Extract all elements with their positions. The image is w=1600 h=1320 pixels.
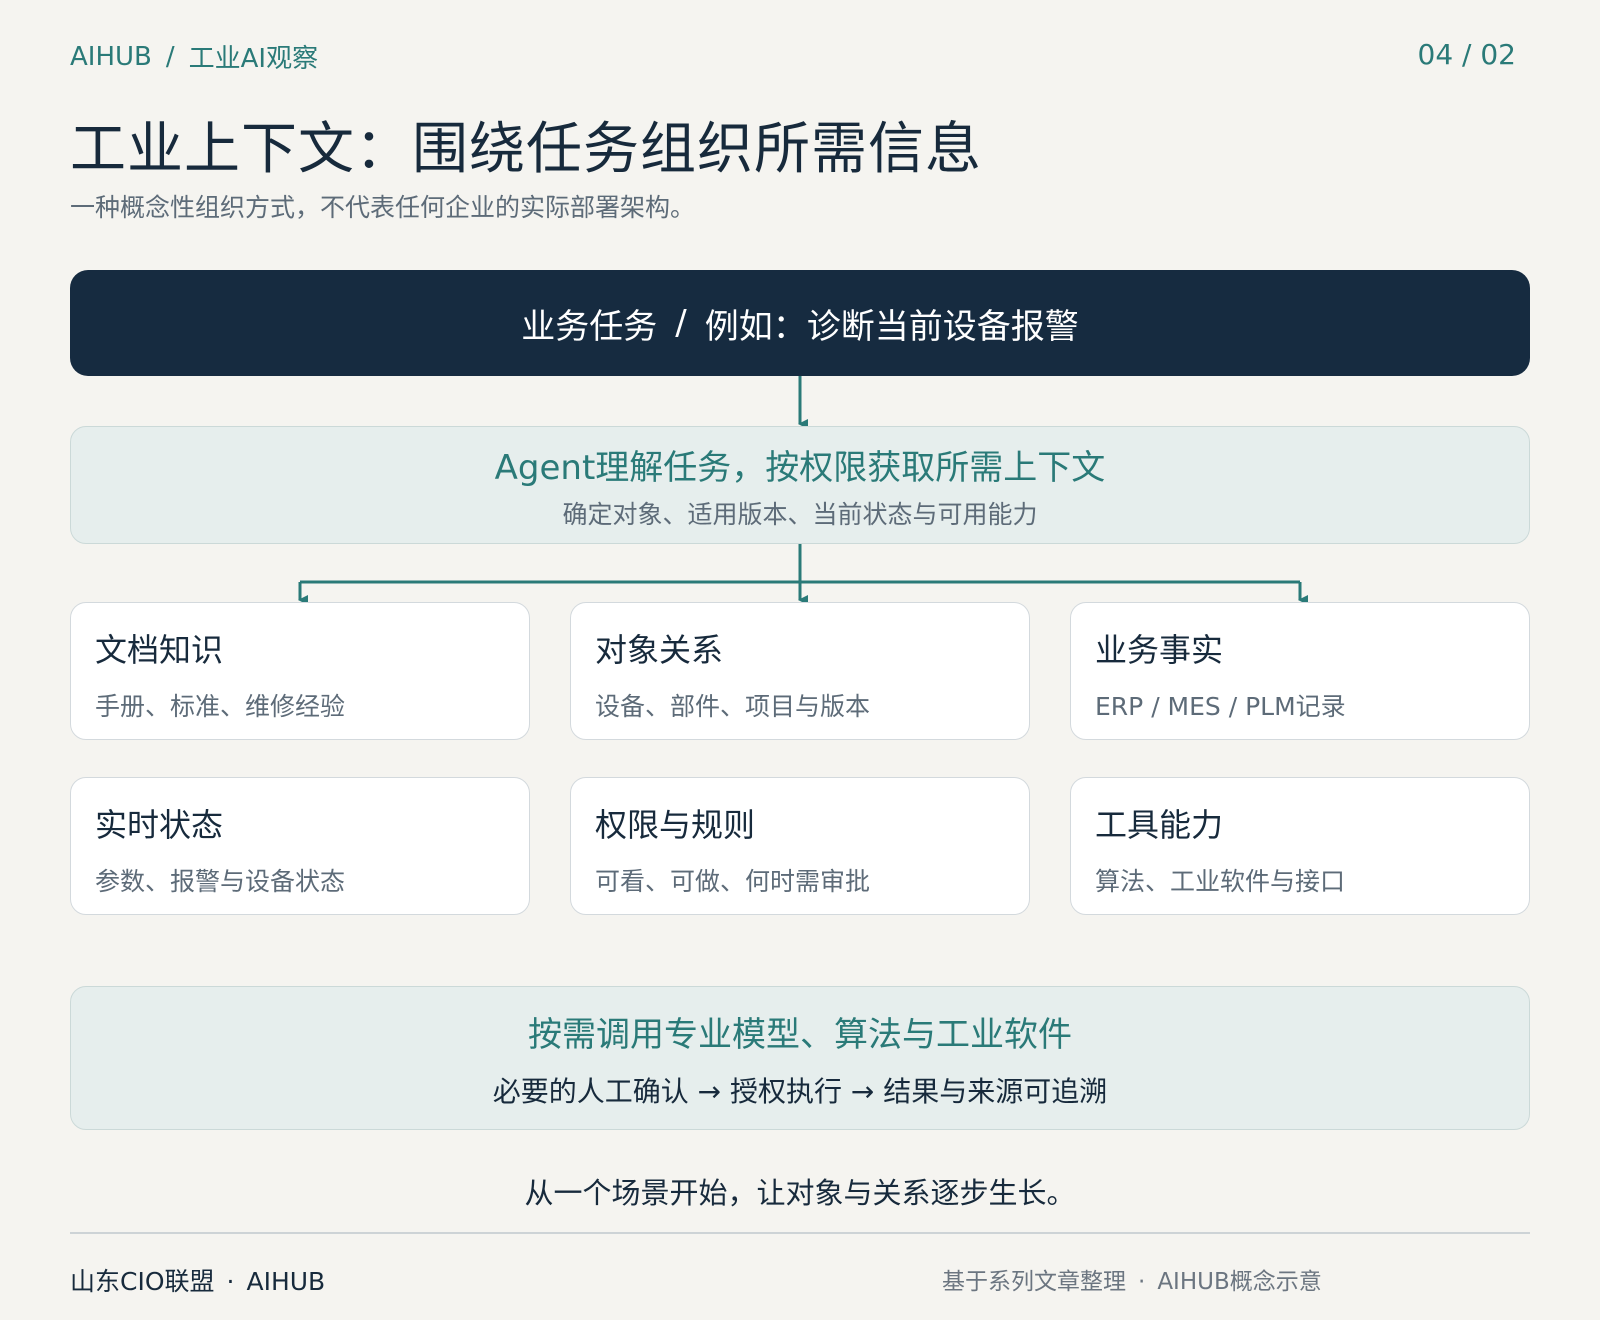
card-realtime-status: 实时状态 参数、报警与设备状态 [70,777,530,915]
card-permissions-rules: 权限与规则 可看、可做、何时需审批 [570,777,1030,915]
card-desc: 设备、部件、项目与版本 [595,692,871,721]
footer-dot: · [226,1267,235,1296]
card-title: 权限与规则 [595,806,756,844]
card-title: 对象关系 [595,631,724,669]
card-title: 工具能力 [1095,806,1224,844]
card-title: 业务事实 [1095,631,1224,669]
card-title: 文档知识 [95,631,224,669]
card-desc: ERP / MES / PLM记录 [1095,692,1346,721]
card-document-knowledge: 文档知识 手册、标准、维修经验 [70,602,530,740]
footer-source-text: 基于系列文章整理 [942,1269,1126,1295]
task-separator: / [675,303,687,343]
closing-statement: 从一个场景开始，让对象与关系逐步生长。 [524,1176,1076,1210]
agent-subtitle: 确定对象、适用版本、当前状态与可用能力 [562,499,1038,529]
footer-org: 山东CIO联盟 · AIHUB [70,1262,325,1298]
card-object-relations: 对象关系 设备、部件、项目与版本 [570,602,1030,740]
invoke-title: 按需调用专业模型、算法与工业软件 [528,1014,1072,1055]
card-tool-capabilities: 工具能力 算法、工业软件与接口 [1070,777,1530,915]
invoke-subtitle: 必要的人工确认 → 授权执行 → 结果与来源可追溯 [492,1074,1108,1108]
footer-source: 基于系列文章整理 · AIHUB概念示意 [942,1262,1322,1296]
business-task-box: 业务任务 / 例如：诊断当前设备报警 [70,270,1530,376]
agent-box: Agent理解任务，按权限获取所需上下文 确定对象、适用版本、当前状态与可用能力 [70,426,1530,544]
footer-divider [70,1232,1530,1234]
agent-title: Agent理解任务，按权限获取所需上下文 [494,447,1106,488]
task-label: 业务任务 [521,306,658,347]
footer-org-name: 山东CIO联盟 [70,1267,215,1296]
card-title: 实时状态 [95,806,224,844]
footer-org-brand: AIHUB [246,1267,326,1296]
card-business-facts: 业务事实 ERP / MES / PLM记录 [1070,602,1530,740]
footer-source-note: AIHUB概念示意 [1157,1269,1322,1295]
card-desc: 参数、报警与设备状态 [95,867,346,896]
card-desc: 手册、标准、维修经验 [95,692,346,721]
footer-dot: · [1138,1269,1146,1295]
card-desc: 可看、可做、何时需审批 [595,867,871,896]
invoke-box: 按需调用专业模型、算法与工业软件 必要的人工确认 → 授权执行 → 结果与来源可… [70,986,1530,1130]
card-desc: 算法、工业软件与接口 [1095,867,1346,896]
task-example: 例如：诊断当前设备报警 [704,306,1079,347]
